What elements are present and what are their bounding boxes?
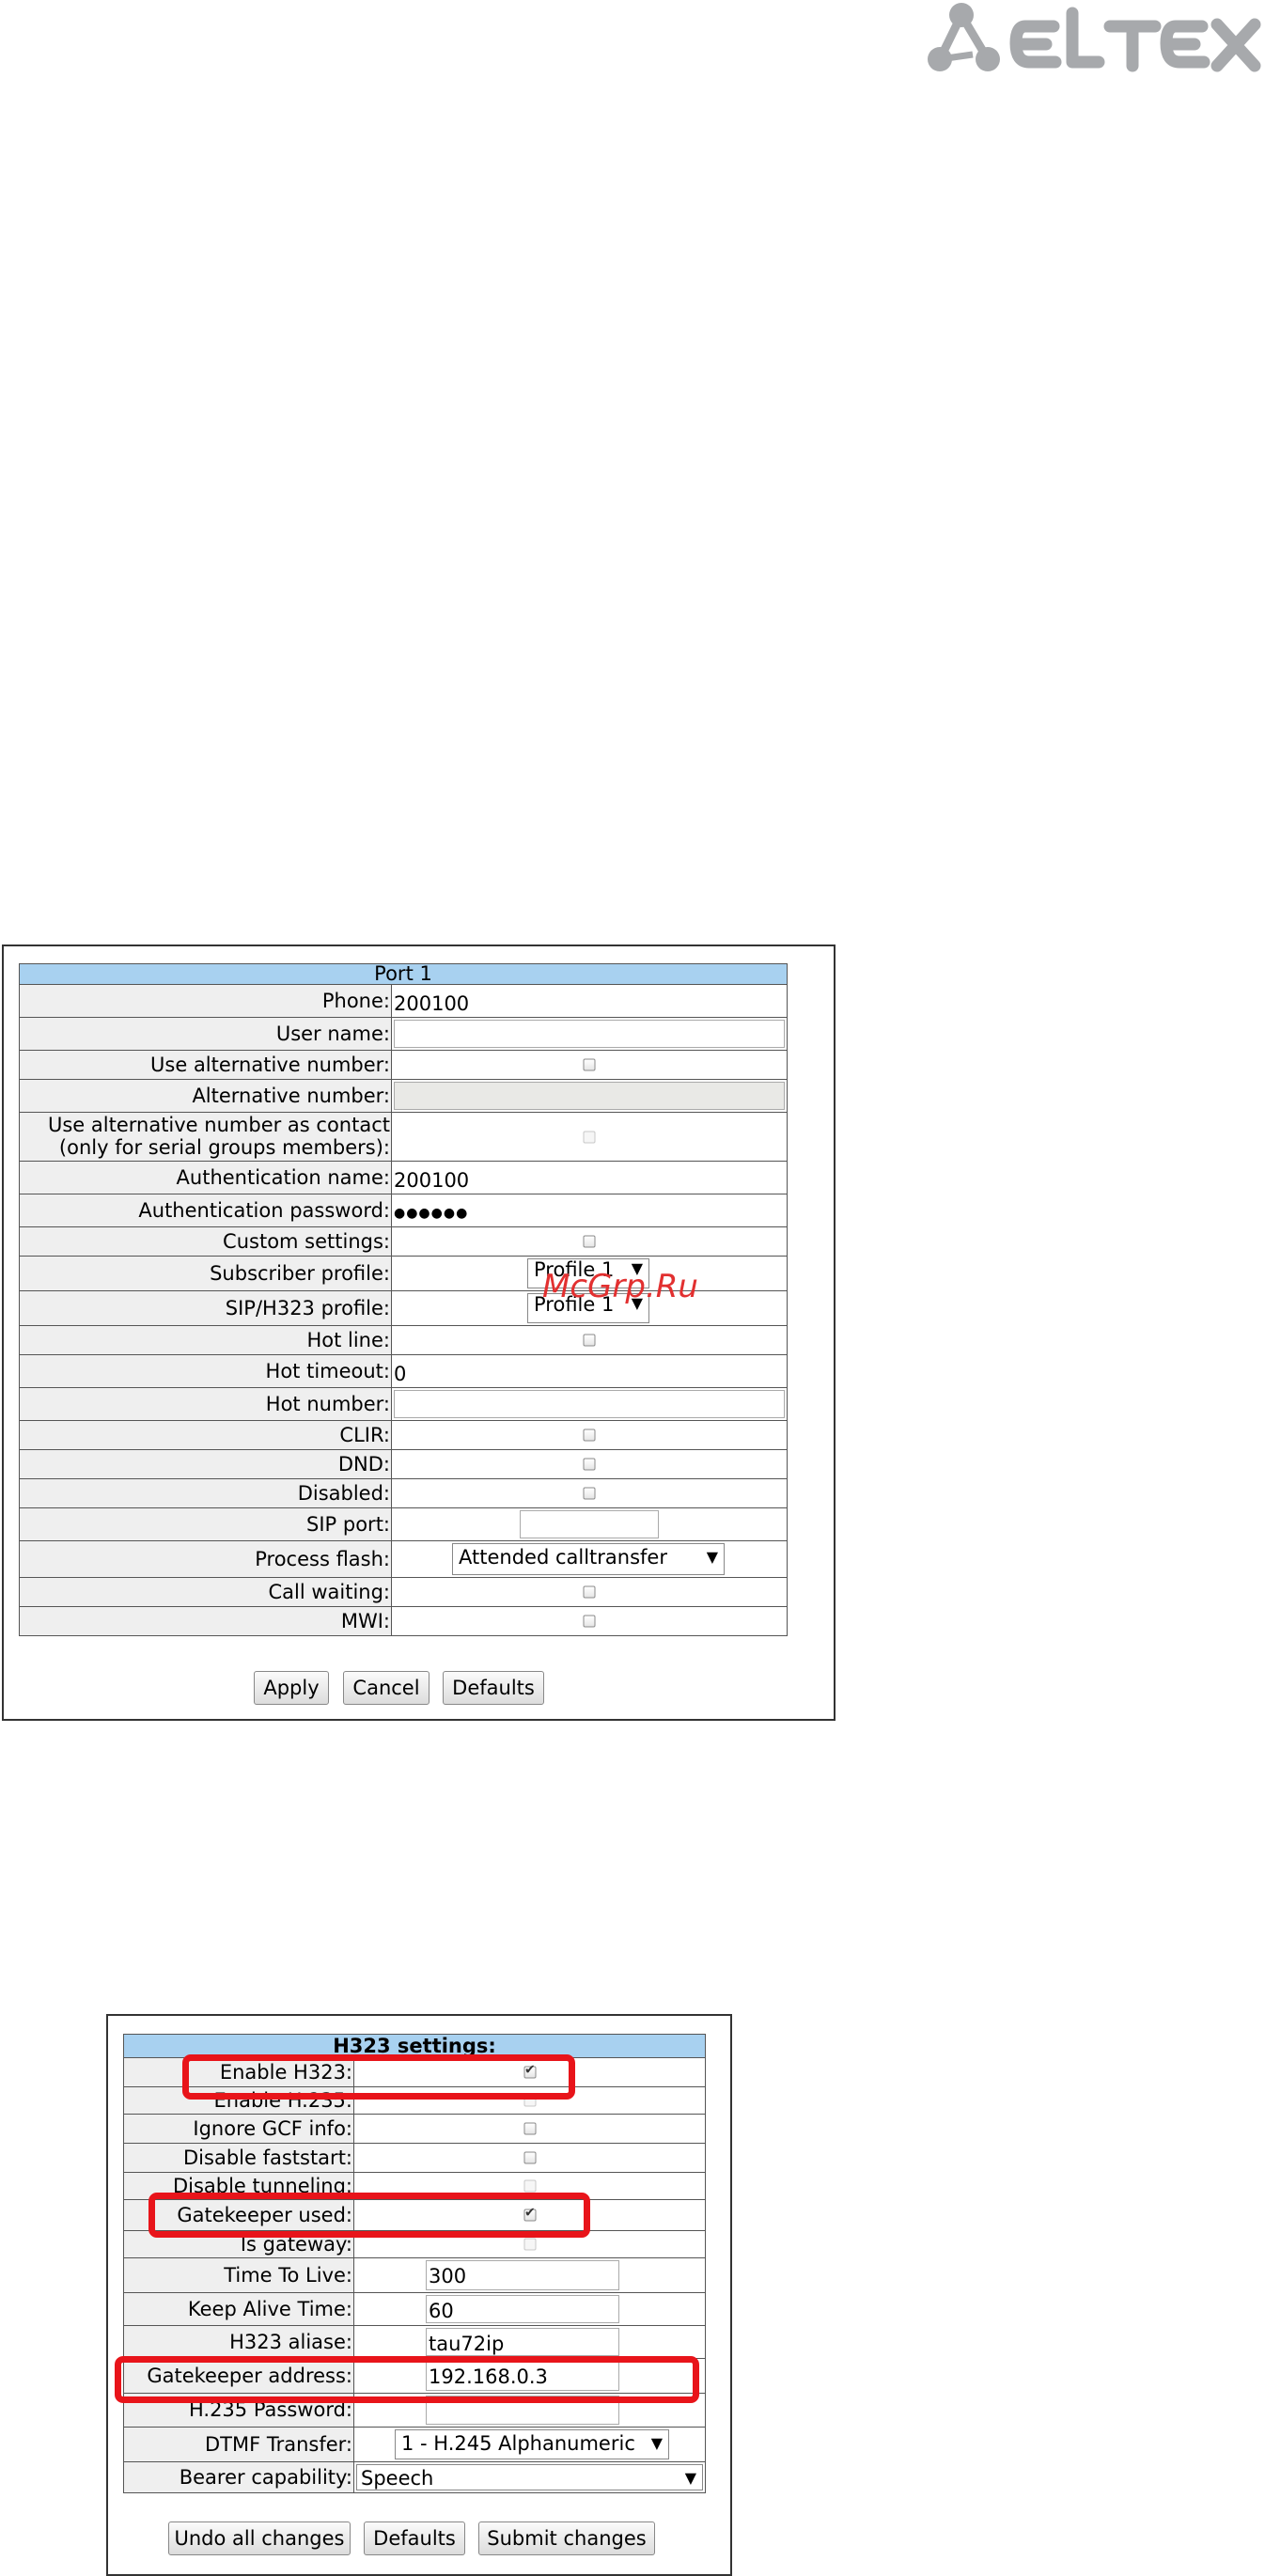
defaults-button[interactable]: Defaults	[443, 1671, 544, 1705]
eltex-logo	[926, 0, 1265, 81]
is-gateway-checkbox[interactable]	[523, 2238, 536, 2251]
h323-defaults-button[interactable]: Defaults	[364, 2521, 465, 2555]
disable-faststart-checkbox[interactable]	[523, 2151, 536, 2164]
hot-line-label: Hot line:	[19, 1325, 392, 1355]
auth-password-input[interactable]: ●●●●●●	[393, 1201, 787, 1220]
bearer-capability-select[interactable]: Speech ▼	[356, 2464, 703, 2490]
ttl-input[interactable]: 300	[426, 2260, 619, 2290]
undo-all-changes-button[interactable]: Undo all changes	[168, 2521, 351, 2555]
disable-faststart-label: Disable faststart:	[123, 2143, 354, 2173]
cancel-button[interactable]: Cancel	[343, 1671, 429, 1705]
ignore-gcf-label: Ignore GCF info:	[123, 2114, 354, 2144]
clir-checkbox[interactable]	[583, 1429, 596, 1442]
disabled-label: Disabled:	[19, 1478, 392, 1508]
h323-aliase-label: H323 aliase:	[123, 2325, 354, 2359]
dtmf-transfer-select[interactable]: 1 - H.245 Alphanumeric ▼	[395, 2429, 669, 2459]
clir-label: CLIR:	[19, 1420, 392, 1450]
call-waiting-checkbox[interactable]	[583, 1585, 596, 1599]
sip-port-label: SIP port:	[19, 1507, 392, 1541]
mwi-checkbox[interactable]	[583, 1615, 596, 1628]
auth-name-label: Authentication name:	[19, 1161, 392, 1194]
sip-h323-profile-label: SIP/H323 profile:	[19, 1290, 392, 1326]
bearer-capability-label: Bearer capability:	[123, 2461, 354, 2493]
hot-line-checkbox[interactable]	[583, 1334, 596, 1347]
h323-settings-table: H323 settings: Enable H323: Enable H.235…	[123, 2034, 706, 2493]
submit-changes-button[interactable]: Submit changes	[478, 2521, 655, 2555]
process-flash-value: Attended calltransfer	[459, 1546, 667, 1569]
auth-name-input[interactable]: 200100	[393, 1165, 787, 1191]
watermark-text: McGrp.Ru	[542, 1268, 698, 1305]
call-waiting-label: Call waiting:	[19, 1577, 392, 1607]
apply-button[interactable]: Apply	[254, 1671, 329, 1705]
port-settings-panel: Port 1 Phone: 200100 User name: Use alte…	[2, 945, 836, 1721]
alt-number-label: Alternative number:	[19, 1079, 392, 1113]
disabled-checkbox[interactable]	[583, 1487, 596, 1500]
phone-label: Phone:	[19, 984, 392, 1018]
dnd-checkbox[interactable]	[583, 1458, 596, 1471]
use-alt-number-checkbox[interactable]	[583, 1058, 596, 1071]
process-flash-select[interactable]: Attended calltransfer ▼	[452, 1543, 725, 1575]
keep-alive-input[interactable]: 60	[426, 2295, 619, 2323]
alt-contact-label-line1: Use alternative number as contact	[47, 1114, 390, 1137]
port-title: Port 1	[18, 963, 789, 985]
auth-password-label: Authentication password:	[19, 1194, 392, 1227]
process-flash-label: Process flash:	[19, 1540, 392, 1578]
use-alt-number-label: Use alternative number:	[19, 1050, 392, 1080]
h323-aliase-input[interactable]: tau72ip	[426, 2328, 619, 2356]
alt-contact-checkbox[interactable]	[583, 1131, 596, 1143]
custom-settings-label: Custom settings:	[19, 1226, 392, 1257]
gatekeeper-used-highlight	[148, 2193, 590, 2238]
gatekeeper-address-highlight	[115, 2356, 699, 2403]
ttl-label: Time To Live:	[123, 2257, 354, 2293]
keep-alive-label: Keep Alive Time:	[123, 2292, 354, 2326]
dnd-label: DND:	[19, 1449, 392, 1479]
ignore-gcf-checkbox[interactable]	[523, 2122, 536, 2135]
phone-input[interactable]: 200100	[393, 989, 787, 1014]
dropdown-arrow-icon: ▼	[684, 2469, 696, 2487]
custom-settings-checkbox[interactable]	[583, 1235, 596, 1248]
alt-contact-label-line2: (only for serial groups members):	[58, 1135, 390, 1159]
mwi-label: MWI:	[19, 1606, 392, 1636]
user-name-input[interactable]	[394, 1020, 786, 1048]
hot-number-label: Hot number:	[19, 1387, 392, 1421]
dtmf-transfer-value: 1 - H.245 Alphanumeric	[401, 2432, 635, 2455]
sip-port-input[interactable]	[520, 1510, 659, 1538]
bearer-capability-value: Speech	[361, 2467, 434, 2490]
hot-timeout-input[interactable]: 0	[393, 1359, 787, 1384]
alt-contact-label: Use alternative number as contact (only …	[19, 1112, 392, 1162]
dropdown-arrow-icon: ▼	[650, 2434, 663, 2452]
user-name-label: User name:	[19, 1017, 392, 1051]
hot-number-input[interactable]	[394, 1390, 786, 1418]
enable-h323-highlight	[182, 2054, 575, 2100]
subscriber-profile-label: Subscriber profile:	[19, 1256, 392, 1291]
dropdown-arrow-icon: ▼	[706, 1548, 718, 1566]
alt-number-input[interactable]	[394, 1082, 786, 1110]
dtmf-transfer-label: DTMF Transfer:	[123, 2427, 354, 2462]
disable-tunneling-checkbox[interactable]	[523, 2179, 536, 2193]
hot-timeout-label: Hot timeout:	[19, 1354, 392, 1388]
